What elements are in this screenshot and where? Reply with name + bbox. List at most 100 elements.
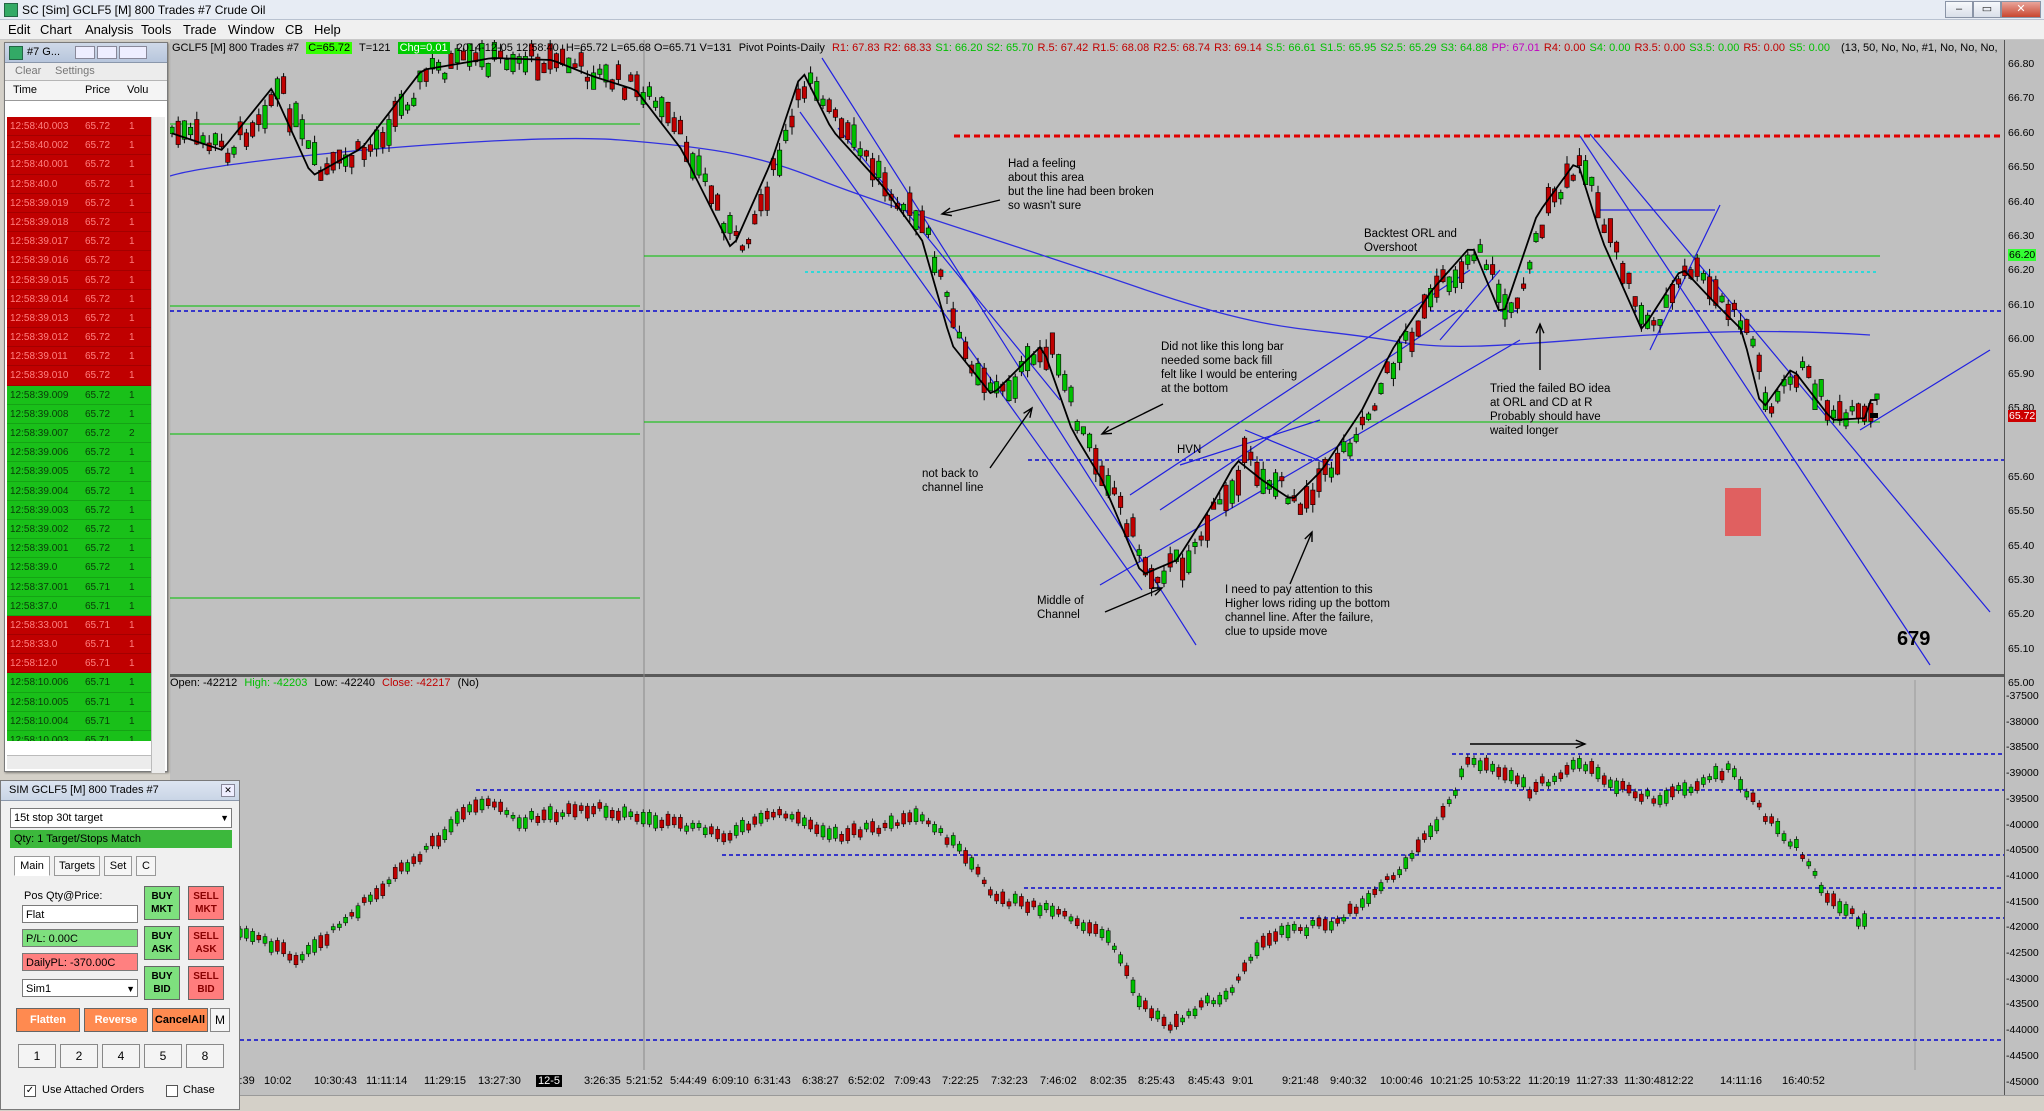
ts-settings-button[interactable]: Settings — [55, 65, 95, 77]
ts-col-time[interactable]: Time — [13, 84, 37, 96]
candle — [1787, 376, 1793, 385]
chase-checkbox[interactable] — [166, 1085, 178, 1097]
ts-cell-vol: 1 — [129, 523, 135, 535]
flatten-button[interactable]: Flatten — [16, 1008, 80, 1032]
trade-window-close-icon[interactable]: ✕ — [221, 784, 235, 797]
volume-tick: -43500 — [2006, 998, 2039, 1011]
cancel-all-button[interactable]: CancelAll — [152, 1008, 208, 1032]
daily-pl-field: DailyPL: -370.00C — [22, 953, 138, 971]
volume-tick: -38000 — [2006, 715, 2039, 728]
delta-bar — [1732, 768, 1737, 778]
ts-cell-vol: 1 — [129, 370, 135, 382]
ts-row: 12:58:39.018 65.72 1 — [7, 212, 151, 233]
candle — [219, 140, 225, 148]
qty-button-2[interactable]: 2 — [60, 1044, 98, 1068]
candle — [386, 119, 392, 146]
candle — [1762, 392, 1768, 410]
buy-ask-button[interactable]: BUY ASK — [144, 926, 180, 960]
ts-cell-price: 65.72 — [85, 236, 111, 248]
annotation-line: HVN — [1177, 444, 1202, 456]
ts-cell-time: 12:58:39.0 — [10, 562, 58, 574]
candle — [851, 124, 857, 148]
candle — [1775, 391, 1781, 402]
candle — [1297, 503, 1303, 515]
delta-bar — [1254, 942, 1260, 956]
delta-bar — [696, 823, 702, 828]
delta-bar — [1608, 779, 1613, 788]
sell-market-button[interactable]: SELL MKT — [188, 886, 224, 920]
delta-bar — [448, 819, 454, 833]
reverse-button[interactable]: Reverse — [84, 1008, 148, 1032]
attached-order-select[interactable]: 15t stop 30t target ▼ — [10, 808, 232, 828]
tab-c[interactable]: C — [136, 856, 156, 876]
buy-bid-button[interactable]: BUY BID — [144, 966, 180, 1000]
candle — [1750, 338, 1756, 347]
time-tick: 6:52:02 — [848, 1075, 885, 1087]
tab-main[interactable]: Main — [14, 856, 50, 876]
ts-row: 12:58:40.0 65.72 1 — [7, 174, 151, 194]
delta-bar — [591, 806, 596, 815]
ts-maximize-icon[interactable] — [97, 46, 117, 59]
ts-cell-time: 12:58:40.003 — [10, 121, 69, 132]
menu-chart[interactable]: Chart — [40, 22, 72, 37]
menu-trade[interactable]: Trade — [183, 22, 216, 37]
annotation-line: channel line — [922, 482, 984, 494]
delta-bar — [1112, 945, 1117, 950]
ts-close-icon[interactable] — [119, 46, 147, 59]
delta-bar — [1174, 1013, 1179, 1027]
menu-tools[interactable]: Tools — [141, 22, 171, 37]
account-select[interactable]: Sim1 ▼ — [22, 979, 138, 997]
delta-bar — [628, 811, 634, 817]
use-attached-checkbox[interactable]: ✓ — [24, 1085, 36, 1097]
annotation-line: about this area — [1008, 172, 1085, 184]
delta-bar — [690, 822, 696, 829]
candle — [746, 239, 752, 245]
minimize-button[interactable]: ‒ — [1945, 1, 1973, 18]
m-button[interactable]: M — [210, 1008, 230, 1032]
tab-targets[interactable]: Targets — [54, 856, 100, 876]
ts-col-volume[interactable]: Volu — [127, 84, 148, 96]
candle — [1204, 514, 1210, 541]
qty-button-4[interactable]: 4 — [102, 1044, 140, 1068]
price-tick: 65.72 — [2008, 410, 2037, 422]
ts-col-price[interactable]: Price — [85, 84, 110, 96]
price-scale[interactable]: 66.80 66.70 66.60 66.50 66.40 66.30 66.20 66.10… — [2004, 40, 2044, 1095]
ts-clear-button[interactable]: Clear — [15, 65, 41, 77]
candle — [932, 256, 938, 273]
sell-bid-button[interactable]: SELL BID — [188, 966, 224, 1000]
menu-window[interactable]: Window — [228, 22, 274, 37]
ts-horizontal-scrollbar[interactable] — [7, 755, 151, 769]
menu-edit[interactable]: Edit — [8, 22, 30, 37]
sell-ask-button[interactable]: SELL ASK — [188, 926, 224, 960]
tab-set[interactable]: Set — [104, 856, 132, 876]
buy-market-button[interactable]: BUY MKT — [144, 886, 180, 920]
delta-bar — [727, 833, 733, 841]
pivot-value: S3.5: 0.00 — [1689, 42, 1740, 54]
delta-bar — [1360, 898, 1365, 908]
ts-cell-time: 12:58:39.014 — [10, 293, 69, 305]
volume-tick: -41500 — [2006, 895, 2039, 908]
candle — [1118, 495, 1124, 508]
maximize-button[interactable]: ▭ — [1973, 1, 2001, 18]
close-button[interactable]: ✕ — [2001, 1, 2041, 18]
ts-row: 12:58:39.003 65.72 1 — [7, 500, 151, 520]
time-tick: 9:01 — [1232, 1075, 1254, 1087]
annotation-line: Had a feeling — [1008, 158, 1076, 170]
qty-button-5[interactable]: 5 — [144, 1044, 182, 1068]
ts-app-icon — [9, 46, 23, 60]
candle — [1186, 550, 1192, 573]
annotation-line: Tried the failed BO idea — [1490, 383, 1611, 395]
menu-cb[interactable]: CB — [285, 22, 303, 37]
annotation-feeling: Had a feeling about this area but the line… — [1008, 157, 1154, 213]
candle — [950, 308, 956, 328]
qty-button-8[interactable]: 8 — [186, 1044, 224, 1068]
ts-minimize-icon[interactable] — [75, 46, 95, 59]
volume-tick: -40000 — [2006, 818, 2039, 831]
menu-help[interactable]: Help — [314, 22, 341, 37]
candle — [1359, 416, 1365, 426]
qty-button-1[interactable]: 1 — [18, 1044, 56, 1068]
ts-vertical-scrollbar[interactable] — [151, 117, 165, 773]
subgraph-low: Low: -42240 — [314, 677, 375, 689]
candle — [262, 105, 268, 129]
menu-analysis[interactable]: Analysis — [85, 22, 133, 37]
